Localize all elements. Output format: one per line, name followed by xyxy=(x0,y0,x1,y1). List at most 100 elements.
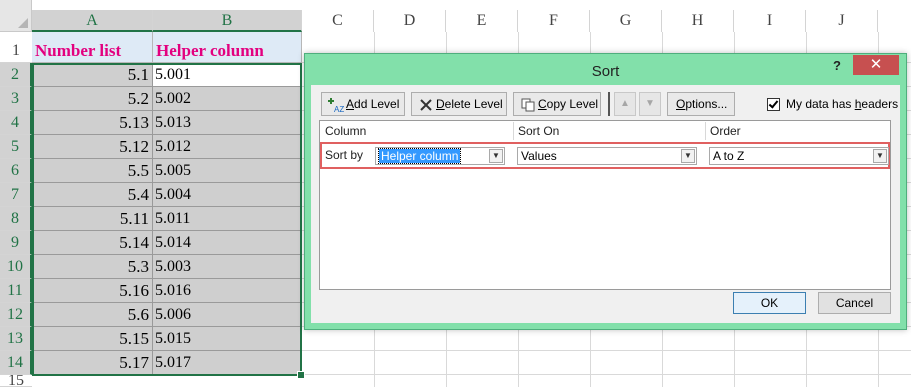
help-button[interactable]: ? xyxy=(833,58,841,73)
cell-b11[interactable]: 5.016 xyxy=(153,279,302,303)
chevron-down-icon[interactable]: ▼ xyxy=(873,149,887,163)
copy-level-accel: C xyxy=(538,97,547,111)
dialog-body: AZ Add Level Delete Level Copy Level ▲ ▼… xyxy=(311,85,900,323)
row-header-4[interactable]: 4 xyxy=(0,111,32,135)
column-header-i[interactable]: I xyxy=(734,10,806,32)
move-up-button[interactable]: ▲ xyxy=(614,92,636,116)
move-up-icon: ▲ xyxy=(620,98,630,109)
column-header-d[interactable]: D xyxy=(374,10,446,32)
column-header-h[interactable]: H xyxy=(662,10,734,32)
cell-b13[interactable]: 5.015 xyxy=(153,327,302,351)
close-icon: ✕ xyxy=(869,56,883,73)
add-level-button[interactable]: AZ Add Level xyxy=(321,92,405,116)
sort-levels-grid: Column Sort On Order Sort by Helper colu… xyxy=(319,120,891,290)
row-header-5[interactable]: 5 xyxy=(0,135,32,159)
row-header-14[interactable]: 14 xyxy=(0,351,32,375)
row-header-6[interactable]: 6 xyxy=(0,159,32,183)
cell-a1-header[interactable]: Number list xyxy=(32,32,153,63)
cell-a12[interactable]: 5.6 xyxy=(32,303,153,327)
dialog-title: Sort xyxy=(591,63,620,80)
row-header-13[interactable]: 13 xyxy=(0,327,32,351)
column-header-g[interactable]: G xyxy=(590,10,662,32)
row-header-15[interactable]: 15 xyxy=(0,375,32,387)
order-heading: Order xyxy=(710,124,741,138)
column-header-c[interactable]: C xyxy=(302,10,374,32)
cell-b4[interactable]: 5.013 xyxy=(153,111,302,135)
column-header-a[interactable]: A xyxy=(32,10,153,32)
column-header-e[interactable]: E xyxy=(446,10,518,32)
copy-level-icon xyxy=(518,93,538,115)
cell-a14[interactable]: 5.17 xyxy=(32,351,153,375)
add-level-accel: A xyxy=(346,97,355,111)
cell-b6[interactable]: 5.005 xyxy=(153,159,302,183)
delete-level-accel: D xyxy=(436,97,445,111)
row-header-11[interactable]: 11 xyxy=(0,279,32,303)
delete-level-icon xyxy=(416,93,436,115)
cell-a3[interactable]: 5.2 xyxy=(32,87,153,111)
cell-a8[interactable]: 5.11 xyxy=(32,207,153,231)
options-accel: O xyxy=(676,97,686,111)
cell-b7[interactable]: 5.004 xyxy=(153,183,302,207)
column-dropdown[interactable]: Helper column ▼ xyxy=(375,147,505,165)
column-header-b[interactable]: B xyxy=(153,10,302,32)
chevron-down-icon[interactable]: ▼ xyxy=(489,149,503,163)
cancel-button[interactable]: Cancel xyxy=(818,292,891,314)
cell-b9[interactable]: 5.014 xyxy=(153,231,302,255)
cell-b2-active[interactable]: 5.001 xyxy=(153,63,302,87)
cell-b14[interactable]: 5.017 xyxy=(153,351,302,375)
cell-a13[interactable]: 5.15 xyxy=(32,327,153,351)
cell-b5[interactable]: 5.012 xyxy=(153,135,302,159)
cell-b3[interactable]: 5.002 xyxy=(153,87,302,111)
copy-level-button[interactable]: Copy Level xyxy=(513,92,601,116)
sort-by-label: Sort by xyxy=(325,148,364,162)
cell-a2[interactable]: 5.1 xyxy=(32,63,153,87)
options-button[interactable]: Options... xyxy=(667,92,735,116)
row-header-3[interactable]: 3 xyxy=(0,87,32,111)
toolbar-separator xyxy=(608,92,610,116)
row-header-1[interactable]: 1 xyxy=(0,39,32,63)
fill-handle[interactable] xyxy=(297,371,305,379)
order-dropdown[interactable]: A to Z ▼ xyxy=(709,147,889,165)
cell-b1-header[interactable]: Helper column xyxy=(153,32,302,63)
move-down-button[interactable]: ▼ xyxy=(639,92,661,116)
headers-checkbox-row[interactable]: My data has headers xyxy=(767,97,899,112)
order-dropdown-value: A to Z xyxy=(713,149,745,163)
delete-level-button[interactable]: Delete Level xyxy=(411,92,507,116)
column-dropdown-value: Helper column xyxy=(377,148,462,164)
headers-checkbox[interactable] xyxy=(767,98,780,112)
sort-level-row[interactable]: Sort by Helper column ▼ Values ▼ A to Z … xyxy=(320,142,890,169)
move-down-icon: ▼ xyxy=(645,98,655,109)
cell-b10[interactable]: 5.003 xyxy=(153,255,302,279)
cell-a5[interactable]: 5.12 xyxy=(32,135,153,159)
row-header-7[interactable]: 7 xyxy=(0,183,32,207)
row-header-10[interactable]: 10 xyxy=(0,255,32,279)
cell-a7[interactable]: 5.4 xyxy=(32,183,153,207)
cell-a4[interactable]: 5.13 xyxy=(32,111,153,135)
sort-dialog: Sort ? ✕ AZ Add Level Delete Level Copy … xyxy=(304,53,907,330)
column-heading: Column xyxy=(325,124,367,138)
row-header-12[interactable]: 12 xyxy=(0,303,32,327)
row-header-9[interactable]: 9 xyxy=(0,231,32,255)
sort-on-heading: Sort On xyxy=(518,124,560,138)
close-button[interactable]: ✕ xyxy=(853,55,899,75)
cell-a10[interactable]: 5.3 xyxy=(32,255,153,279)
headers-checkbox-label-pre: My data has xyxy=(786,97,855,111)
cell-a11[interactable]: 5.16 xyxy=(32,279,153,303)
row-header-8[interactable]: 8 xyxy=(0,207,32,231)
copy-level-label: opy Level xyxy=(546,97,599,111)
add-level-label: dd Level xyxy=(354,97,400,111)
cell-a6[interactable]: 5.5 xyxy=(32,159,153,183)
ok-button[interactable]: OK xyxy=(733,292,806,314)
sort-on-dropdown[interactable]: Values ▼ xyxy=(517,147,697,165)
select-all-corner[interactable] xyxy=(0,0,32,32)
column-header-j[interactable]: J xyxy=(806,10,878,32)
cell-a9[interactable]: 5.14 xyxy=(32,231,153,255)
headers-checkbox-label-rest: eaders xyxy=(861,97,899,111)
column-header-f[interactable]: F xyxy=(518,10,590,32)
add-level-icon: AZ xyxy=(326,93,346,115)
cell-b8[interactable]: 5.011 xyxy=(153,207,302,231)
row-header-2[interactable]: 2 xyxy=(0,63,32,87)
chevron-down-icon[interactable]: ▼ xyxy=(681,149,695,163)
sort-on-dropdown-value: Values xyxy=(521,149,557,163)
cell-b12[interactable]: 5.006 xyxy=(153,303,302,327)
